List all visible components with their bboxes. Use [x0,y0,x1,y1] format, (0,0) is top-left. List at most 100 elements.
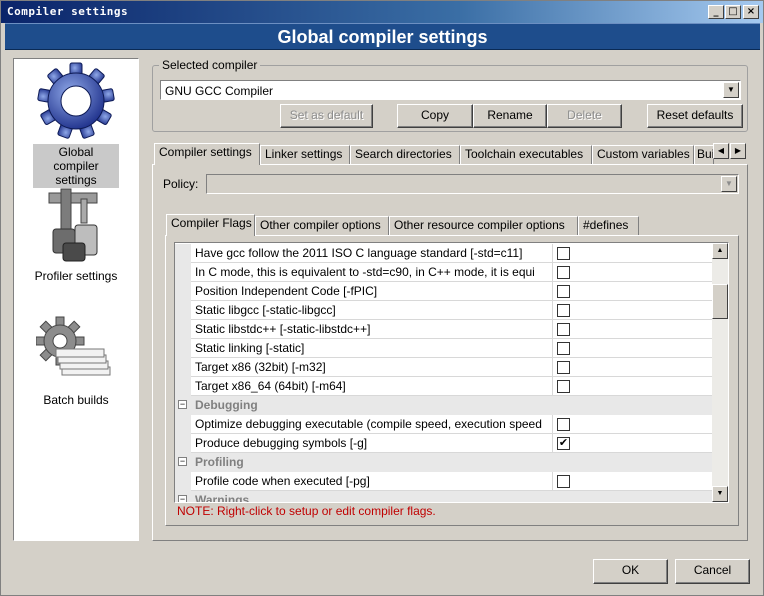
column-separator [552,434,553,453]
category-row[interactable]: − Debugging [175,396,713,415]
sidebar-item-label: Batch builds [43,393,109,407]
chevron-down-icon[interactable]: ▼ [721,176,737,192]
tab-build[interactable]: Bui [694,145,714,164]
group-title: Selected compiler [159,58,261,72]
tab-compiler-settings[interactable]: Compiler settings [154,143,260,165]
column-separator [552,301,553,320]
category-row[interactable]: − Profiling [175,453,713,472]
tab-other-compiler-options[interactable]: Other compiler options [255,216,389,235]
flag-label: In C mode, this is equivalent to -std=c9… [195,265,535,279]
compiler-select[interactable]: GNU GCC Compiler ▼ [160,80,741,100]
flag-checkbox[interactable] [557,475,570,488]
row-gutter [175,320,191,339]
sidebar-item-batch-builds[interactable]: Batch builds [14,315,138,408]
copy-button[interactable]: Copy [397,104,473,128]
scroll-thumb[interactable] [712,284,728,319]
flag-checkbox[interactable] [557,342,570,355]
row-gutter [175,339,191,358]
row-gutter [175,472,191,491]
reset-defaults-button[interactable]: Reset defaults [647,104,743,128]
sub-tab-strip: Compiler Flags Other compiler options Ot… [166,214,646,236]
collapse-icon[interactable]: − [178,400,187,409]
row-gutter [175,377,191,396]
minimize-button[interactable]: _ [708,5,724,19]
page-title: Global compiler settings [5,23,760,50]
flag-row[interactable]: Position Independent Code [-fPIC] [175,282,713,301]
tab-compiler-flags[interactable]: Compiler Flags [166,214,255,236]
tab-toolchain-executables[interactable]: Toolchain executables [460,145,592,164]
compiler-settings-window: Compiler settings _ □ × Global compiler … [0,0,764,596]
title-bar[interactable]: Compiler settings _ □ × [1,1,763,23]
column-separator [552,358,553,377]
compiler-flags-grid[interactable]: Have gcc follow the 2011 ISO C language … [174,242,729,503]
flag-row[interactable]: Static libgcc [-static-libgcc] [175,301,713,320]
scroll-up-icon[interactable]: ▲ [712,243,728,259]
flag-row[interactable]: Target x86 (32bit) [-m32] [175,358,713,377]
main-tab-strip: Compiler settings Linker settings Search… [154,143,714,165]
flag-row[interactable]: In C mode, this is equivalent to -std=c9… [175,263,713,282]
category-row[interactable]: − Warnings [175,491,713,503]
row-gutter [175,301,191,320]
rename-button[interactable]: Rename [473,104,547,128]
sidebar-item-profiler-settings[interactable]: Profiler settings [14,185,138,284]
flag-checkbox[interactable] [557,304,570,317]
row-gutter [175,282,191,301]
tab-defines[interactable]: #defines [578,216,639,235]
close-button[interactable]: × [743,5,759,19]
compiler-select-value: GNU GCC Compiler [165,84,274,98]
flag-label: Produce debugging symbols [-g] [195,436,368,450]
flags-scrollbar[interactable]: ▲ ▼ [712,243,728,502]
flags-note: NOTE: Right-click to setup or edit compi… [177,504,436,518]
flag-label: Position Independent Code [-fPIC] [195,284,378,298]
maximize-button[interactable]: □ [725,5,741,19]
flag-checkbox[interactable] [557,418,570,431]
flag-checkbox[interactable] [557,361,570,374]
column-separator [552,415,553,434]
column-separator [552,320,553,339]
sidebar-item-global-compiler-settings[interactable]: Global compiler settings [14,61,138,188]
flag-label: Target x86_64 (64bit) [-m64] [195,379,346,393]
row-gutter [175,415,191,434]
set-as-default-button[interactable]: Set as default [280,104,373,128]
flag-checkbox-checked[interactable]: ✔ [557,437,570,450]
tab-scroll-left-icon[interactable]: ◀ [713,143,729,159]
column-separator [552,263,553,282]
category-label: Profiling [195,455,244,469]
policy-select[interactable]: ▼ [206,174,739,194]
sidebar-item-label: Global compiler settings [33,144,119,188]
flag-row[interactable]: Optimize debugging executable (compile s… [175,415,713,434]
tab-other-resource-compiler-options[interactable]: Other resource compiler options [389,216,578,235]
batch-builds-icon [35,316,111,376]
category-label: Warnings [195,493,250,503]
column-separator [552,377,553,396]
flag-checkbox[interactable] [557,380,570,393]
flag-row[interactable]: Static libstdc++ [-static-libstdc++] [175,320,713,339]
sidebar-item-label: Profiler settings [34,269,118,283]
flag-row[interactable]: Profile code when executed [-pg] [175,472,713,491]
tab-search-directories[interactable]: Search directories [350,145,460,164]
column-separator [552,244,553,263]
tab-custom-variables[interactable]: Custom variables [592,145,694,164]
collapse-icon[interactable]: − [178,495,187,502]
flag-checkbox[interactable] [557,266,570,279]
chevron-down-icon[interactable]: ▼ [723,82,739,98]
flag-row[interactable]: Have gcc follow the 2011 ISO C language … [175,244,713,263]
flag-row[interactable]: Produce debugging symbols [-g] ✔ [175,434,713,453]
scroll-down-icon[interactable]: ▼ [712,486,728,502]
flag-row[interactable]: Static linking [-static] [175,339,713,358]
gear-icon [37,62,115,139]
policy-label: Policy: [163,177,199,191]
tab-linker-settings[interactable]: Linker settings [260,145,350,164]
tab-scroll-right-icon[interactable]: ▶ [730,143,746,159]
delete-button[interactable]: Delete [547,104,622,128]
flag-checkbox[interactable] [557,323,570,336]
row-gutter [175,358,191,377]
collapse-icon[interactable]: − [178,457,187,466]
ok-button[interactable]: OK [593,559,668,584]
flag-row[interactable]: Target x86_64 (64bit) [-m64] [175,377,713,396]
flag-label: Have gcc follow the 2011 ISO C language … [195,246,523,260]
column-separator [552,339,553,358]
cancel-button[interactable]: Cancel [675,559,750,584]
flag-checkbox[interactable] [557,247,570,260]
flag-checkbox[interactable] [557,285,570,298]
